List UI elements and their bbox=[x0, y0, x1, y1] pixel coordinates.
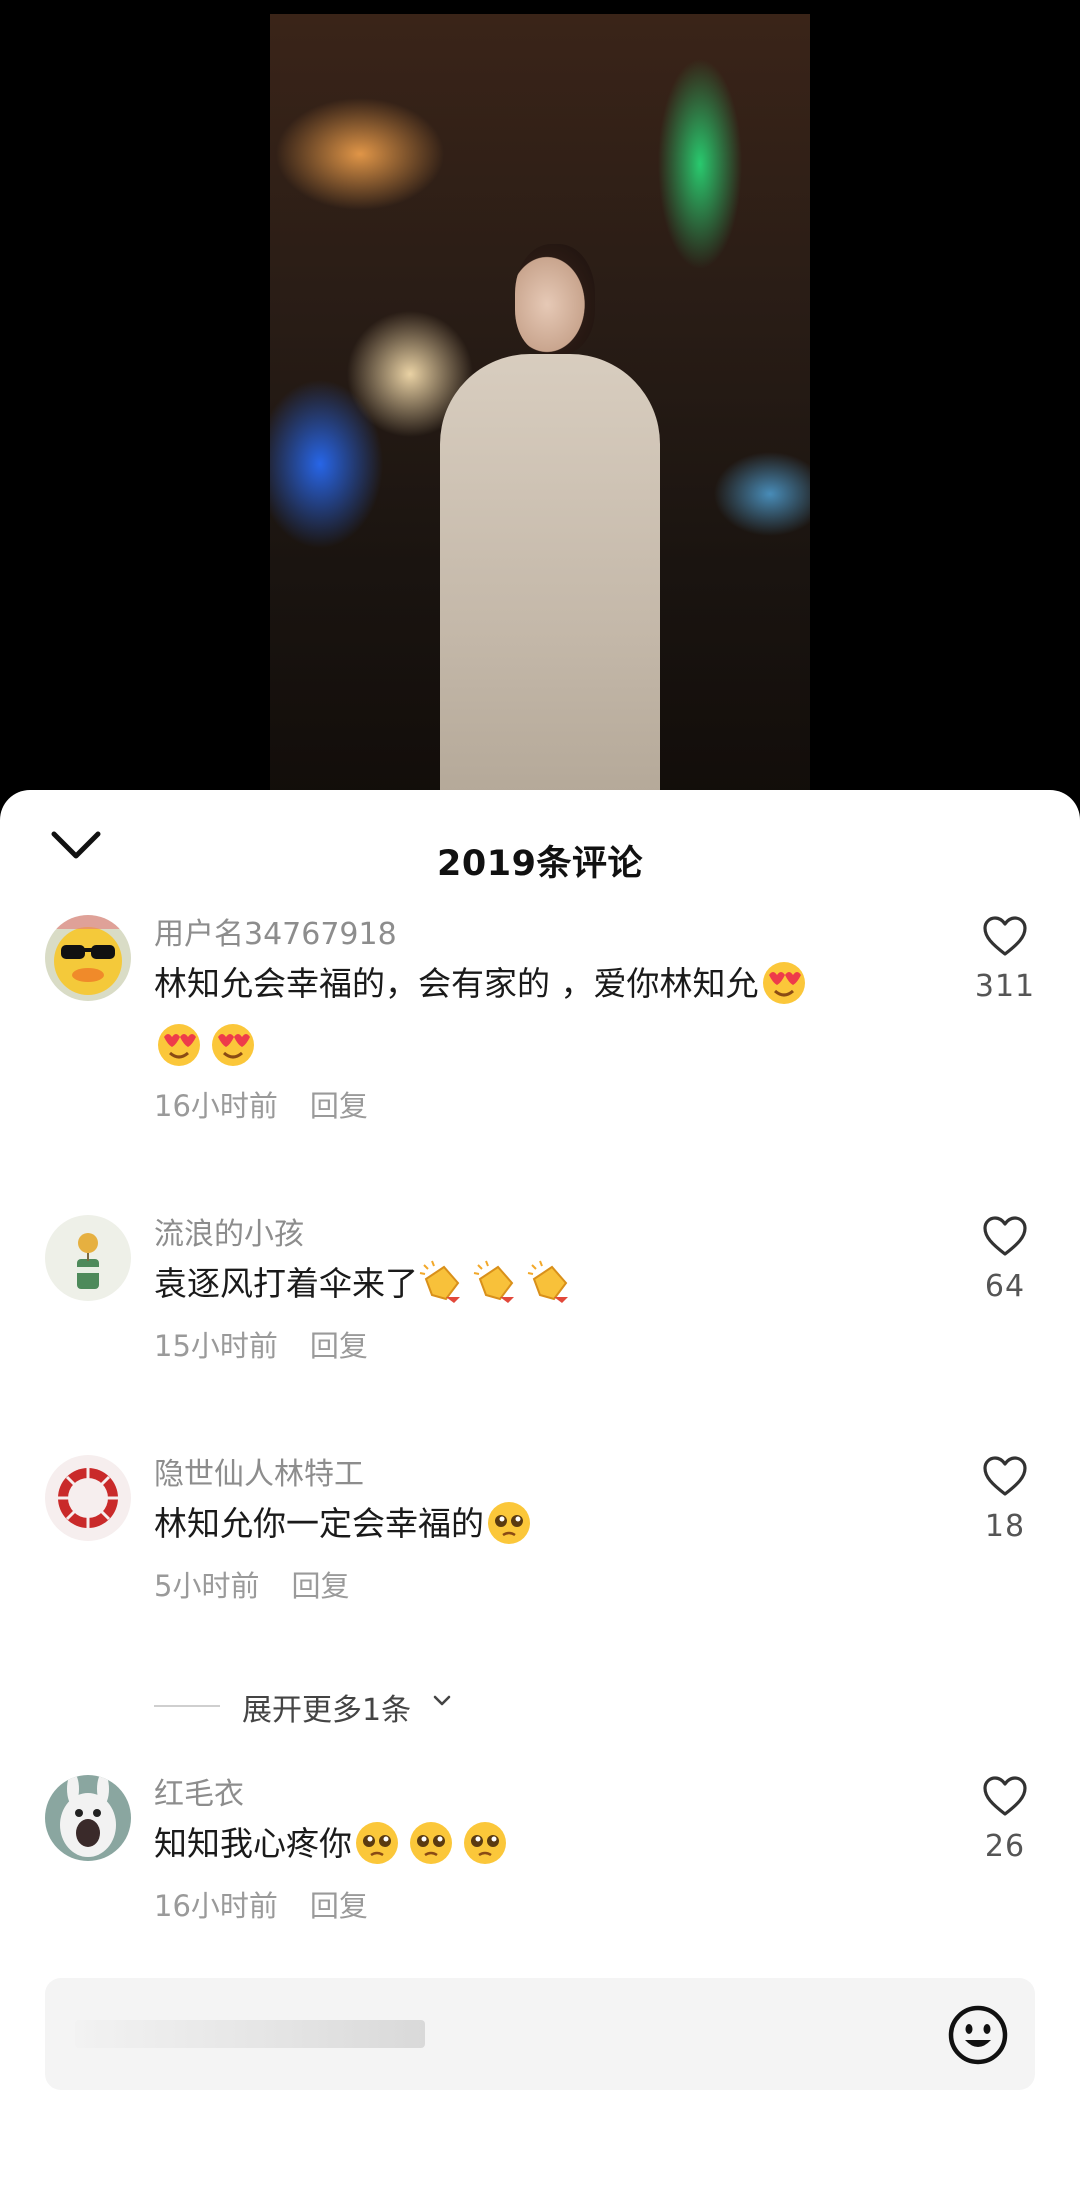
comment-text: 知知我心疼你 bbox=[154, 1813, 924, 1875]
heart-eyes-emoji-icon bbox=[208, 1019, 258, 1069]
comment-meta: 16小时前 回复 bbox=[154, 1083, 368, 1125]
comment-text: 袁逐风打着伞来了 bbox=[154, 1253, 924, 1315]
comment-username[interactable]: 红毛衣 bbox=[154, 1769, 244, 1813]
divider-line bbox=[154, 1705, 220, 1707]
comment-meta: 5小时前 回复 bbox=[154, 1563, 349, 1605]
reply-button[interactable]: 回复 bbox=[310, 1889, 368, 1923]
like-count: 18 bbox=[984, 1509, 1026, 1544]
chevron-down-icon bbox=[433, 1695, 451, 1706]
smiley-icon[interactable] bbox=[947, 2004, 1009, 2070]
reply-button[interactable]: 回复 bbox=[291, 1569, 349, 1603]
comment-text-content: 知知我心疼你 bbox=[154, 1824, 352, 1863]
comment-text-content: 林知允你一定会幸福的 bbox=[154, 1504, 484, 1543]
clap-emoji-icon bbox=[526, 1257, 576, 1307]
heart-eyes-emoji-icon bbox=[154, 1019, 204, 1069]
video-figure bbox=[440, 354, 660, 804]
comment-text-content: 林知允会幸福的，会有家的 ，爱你林知允 bbox=[154, 964, 759, 1003]
comment-time: 16小时前 bbox=[154, 1889, 278, 1923]
like-count: 64 bbox=[984, 1269, 1026, 1304]
avatar[interactable] bbox=[45, 1215, 131, 1301]
heart-eyes-emoji-icon bbox=[759, 957, 809, 1007]
comment-text: 林知允你一定会幸福的 bbox=[154, 1493, 924, 1555]
comment-meta: 15小时前 回复 bbox=[154, 1323, 368, 1365]
like-button[interactable]: 26 bbox=[960, 1775, 1050, 1864]
avatar[interactable] bbox=[45, 1775, 131, 1861]
comment-time: 5小时前 bbox=[154, 1569, 260, 1603]
video-figure-head bbox=[515, 244, 595, 354]
clap-emoji-icon bbox=[472, 1257, 522, 1307]
clap-emoji-icon bbox=[418, 1257, 468, 1307]
sheet-header: 2019条评论 bbox=[0, 790, 1080, 890]
reply-button[interactable]: 回复 bbox=[310, 1089, 368, 1123]
comment-username[interactable]: 用户名34767918 bbox=[154, 909, 397, 953]
pleading-face-emoji-icon bbox=[460, 1817, 510, 1867]
like-count: 311 bbox=[974, 969, 1036, 1004]
video-player[interactable] bbox=[270, 14, 810, 804]
comment-time: 15小时前 bbox=[154, 1329, 278, 1363]
like-count: 26 bbox=[984, 1829, 1026, 1864]
avatar[interactable] bbox=[45, 915, 131, 1001]
heart-icon bbox=[983, 916, 1027, 956]
like-button[interactable]: 64 bbox=[960, 1215, 1050, 1304]
heart-icon bbox=[983, 1456, 1027, 1496]
reply-button[interactable]: 回复 bbox=[310, 1329, 368, 1363]
like-button[interactable]: 18 bbox=[960, 1455, 1050, 1544]
like-button[interactable]: 311 bbox=[960, 915, 1050, 1004]
pleading-face-emoji-icon bbox=[406, 1817, 456, 1867]
comment-text-content: 袁逐风打着伞来了 bbox=[154, 1264, 418, 1303]
heart-icon bbox=[983, 1216, 1027, 1256]
comment-time: 16小时前 bbox=[154, 1089, 278, 1123]
pleading-face-emoji-icon bbox=[484, 1497, 534, 1547]
comment-meta: 16小时前 回复 bbox=[154, 1883, 368, 1925]
comment-input[interactable] bbox=[45, 1978, 1035, 2090]
input-placeholder-blurred bbox=[75, 2020, 425, 2048]
comments-sheet: 2019条评论 用户名34767918 林知允会幸福的，会有家的 ，爱你林知允 … bbox=[0, 790, 1080, 2195]
sheet-title: 2019条评论 bbox=[437, 844, 643, 884]
comment-text: 林知允会幸福的，会有家的 ，爱你林知允 bbox=[154, 953, 924, 1077]
avatar[interactable] bbox=[45, 1455, 131, 1541]
comment-username[interactable]: 流浪的小孩 bbox=[154, 1209, 304, 1253]
expand-more-label: 展开更多1条 bbox=[242, 1693, 412, 1728]
comment-username[interactable]: 隐世仙人林特工 bbox=[154, 1449, 364, 1493]
heart-icon bbox=[983, 1776, 1027, 1816]
pleading-face-emoji-icon bbox=[352, 1817, 402, 1867]
